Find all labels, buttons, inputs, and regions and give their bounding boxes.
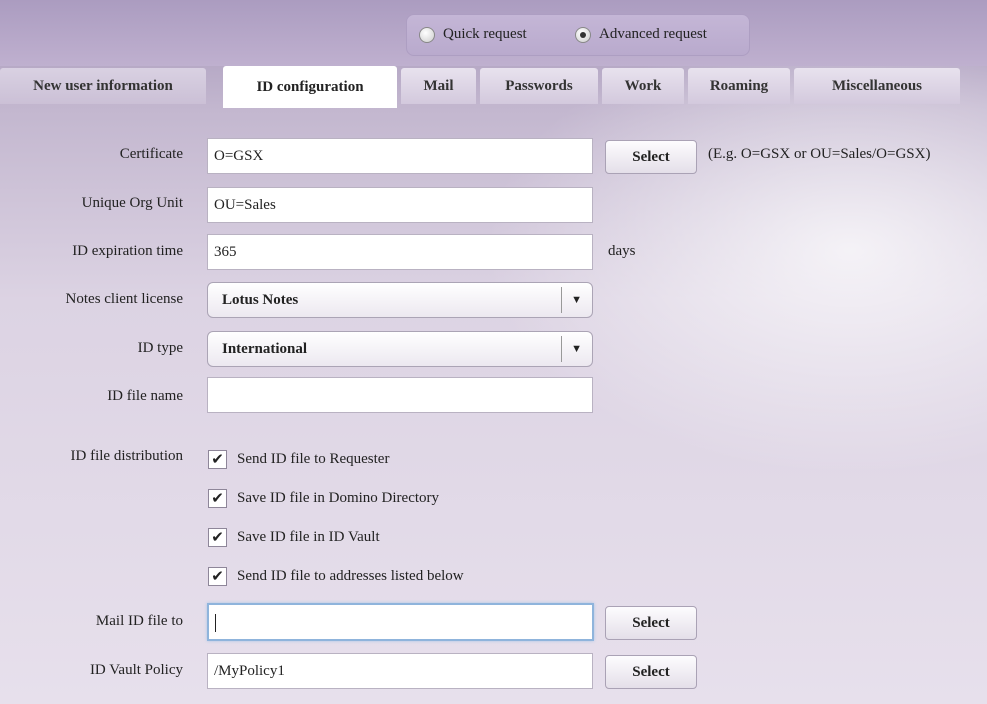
checkmark-icon[interactable]: ✔ (208, 567, 227, 586)
tab-bar: New user information ID configuration Ma… (0, 66, 987, 108)
certificate-select-button[interactable]: Select (605, 140, 697, 174)
dropdown-divider (561, 287, 562, 313)
dropdown-divider (561, 336, 562, 362)
mail-id-file-to-label: Mail ID file to (95, 613, 183, 629)
certificate-hint: (E.g. O=GSX or OU=Sales/O=GSX) (708, 146, 931, 162)
days-unit-label: days (608, 243, 636, 259)
tab-mail[interactable]: Mail (401, 68, 476, 104)
notes-license-value: Lotus Notes (222, 292, 299, 308)
save-in-id-vault-label: Save ID file in ID Vault (237, 529, 380, 545)
tab-work[interactable]: Work (602, 68, 684, 104)
id-type-dropdown[interactable]: International ▼ (207, 331, 593, 367)
save-in-domino-directory-option[interactable]: ✔ Save ID file in Domino Directory (208, 489, 439, 508)
tab-miscellaneous[interactable]: Miscellaneous (794, 68, 960, 104)
id-vault-policy-input[interactable]: /MyPolicy1 (207, 653, 593, 689)
id-type-value: International (222, 341, 308, 357)
advanced-request-radio[interactable]: Advanced request (575, 26, 707, 43)
checkmark-icon[interactable]: ✔ (208, 528, 227, 547)
send-to-addresses-option[interactable]: ✔ Send ID file to addresses listed below (208, 567, 464, 586)
checkmark-icon[interactable]: ✔ (208, 489, 227, 508)
notes-license-dropdown[interactable]: Lotus Notes ▼ (207, 282, 593, 318)
radio-selected-icon[interactable] (575, 26, 591, 43)
quick-request-radio[interactable]: Quick request (419, 26, 527, 43)
id-file-name-input[interactable] (207, 377, 593, 413)
id-file-distribution-label: ID file distribution (70, 448, 184, 464)
save-in-domino-directory-label: Save ID file in Domino Directory (237, 490, 440, 506)
send-to-addresses-label: Send ID file to addresses listed below (237, 568, 464, 584)
id-expiration-input[interactable]: 365 (207, 234, 593, 270)
mail-id-file-to-input[interactable] (207, 603, 594, 641)
tab-id-configuration[interactable]: ID configuration (223, 66, 397, 108)
notes-license-label: Notes client license (65, 291, 183, 307)
send-to-requester-option[interactable]: ✔ Send ID file to Requester (208, 450, 389, 469)
tab-new-user-information[interactable]: New user information (0, 68, 206, 104)
request-mode-toggle: Quick request Advanced request (406, 14, 750, 56)
quick-request-label: Quick request (443, 26, 527, 42)
checkmark-icon[interactable]: ✔ (208, 450, 227, 469)
id-file-name-label: ID file name (107, 388, 183, 404)
id-vault-policy-label: ID Vault Policy (89, 662, 183, 678)
radio-unselected-icon[interactable] (419, 26, 435, 43)
tab-passwords[interactable]: Passwords (480, 68, 598, 104)
certificate-input[interactable]: O=GSX (207, 138, 593, 174)
advanced-request-label: Advanced request (599, 26, 707, 42)
tab-roaming[interactable]: Roaming (688, 68, 790, 104)
unique-org-unit-input[interactable]: OU=Sales (207, 187, 593, 223)
chevron-down-icon[interactable]: ▼ (571, 283, 582, 317)
id-type-label: ID type (137, 340, 183, 356)
unique-org-unit-label: Unique Org Unit (81, 195, 183, 211)
save-in-id-vault-option[interactable]: ✔ Save ID file in ID Vault (208, 528, 380, 547)
chevron-down-icon[interactable]: ▼ (571, 332, 582, 366)
text-caret (215, 613, 216, 632)
mail-id-file-select-button[interactable]: Select (605, 606, 697, 640)
id-vault-policy-select-button[interactable]: Select (605, 655, 697, 689)
certificate-label: Certificate (119, 146, 183, 162)
id-expiration-label: ID expiration time (72, 243, 183, 259)
send-to-requester-label: Send ID file to Requester (237, 451, 390, 467)
